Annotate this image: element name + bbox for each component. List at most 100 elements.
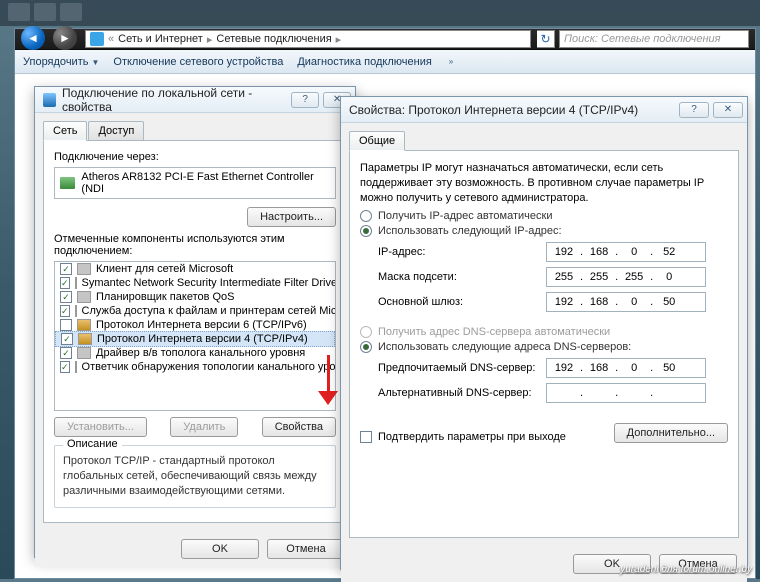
ip-octet[interactable] [549,295,579,309]
ip-octet[interactable] [654,361,684,375]
ok-button[interactable]: OK [181,539,259,559]
tab-pane: Параметры IP могут назначаться автоматич… [349,150,739,538]
cancel-button[interactable]: Отмена [267,539,345,559]
component-icon [77,291,91,303]
validate-checkbox[interactable]: Подтвердить параметры при выходе [360,431,566,443]
ip-octet[interactable] [654,386,684,400]
checkbox-icon[interactable] [60,277,70,289]
component-label: Планировщик пакетов QoS [96,291,235,303]
checkbox-icon[interactable] [60,291,72,303]
dialog-titlebar[interactable]: Свойства: Протокол Интернета версии 4 (T… [341,97,747,123]
search-input[interactable]: Поиск: Сетевые подключения [559,30,749,48]
ip-octet[interactable] [584,245,614,259]
configure-button[interactable]: Настроить... [247,207,336,227]
dns2-input[interactable]: ... [546,383,706,403]
checkbox-icon[interactable] [60,305,70,317]
ip-octet[interactable] [584,386,614,400]
lan-properties-dialog: Подключение по локальной сети - свойства… [34,86,356,558]
components-listbox[interactable]: Клиент для сетей MicrosoftSymantec Netwo… [54,261,336,411]
cmd-more-icon[interactable]: » [449,57,453,66]
ip-octet[interactable] [654,245,684,259]
ip-octet[interactable] [619,361,649,375]
dialog-body: Общие Параметры IP могут назначаться авт… [341,123,747,546]
component-row[interactable]: Ответчик обнаружения топологии канальног… [55,360,335,374]
component-row[interactable]: Протокол Интернета версии 4 (TCP/IPv4) [55,331,335,347]
ip-address-field: IP-адрес: ... [378,242,728,262]
tab-network[interactable]: Сеть [43,121,87,141]
dialog-body: Сеть Доступ Подключение через: Atheros A… [35,113,355,531]
component-label: Протокол Интернета версии 6 (TCP/IPv6) [96,319,307,331]
gateway-input[interactable]: ... [546,292,706,312]
taskbar-icons [8,3,82,21]
ip-octet[interactable] [549,361,579,375]
cmd-diagnose[interactable]: Диагностика подключения [297,56,431,68]
subnet-mask-input[interactable]: ... [546,267,706,287]
ip-octet[interactable] [619,270,649,284]
checkbox-icon[interactable] [61,333,73,345]
component-row[interactable]: Планировщик пакетов QoS [55,290,335,304]
ip-octet[interactable] [619,295,649,309]
ip-octet[interactable] [584,295,614,309]
tab-access[interactable]: Доступ [88,121,144,141]
component-row[interactable]: Протокол Интернета версии 6 (TCP/IPv6) [55,318,335,332]
refresh-button[interactable]: ↻ [537,30,555,48]
chevron-right-icon: ▸ [336,33,342,46]
task-icon [60,3,82,21]
ip-octet[interactable] [654,270,684,284]
component-label: Клиент для сетей Microsoft [96,263,233,275]
component-icon [77,347,91,359]
components-label: Отмеченные компоненты используются этим … [54,233,336,257]
ip-manual-radio[interactable]: Использовать следующий IP-адрес: [360,225,728,237]
checkbox-icon[interactable] [60,319,72,331]
search-placeholder: Поиск: Сетевые подключения [564,33,721,45]
nic-icon [60,177,75,189]
checkbox-icon [360,431,372,443]
cmd-disable-device[interactable]: Отключение сетевого устройства [113,56,283,68]
remove-button[interactable]: Удалить [170,417,238,437]
connect-using-label: Подключение через: [54,151,336,163]
ip-address-input[interactable]: ... [546,242,706,262]
advanced-button[interactable]: Дополнительно... [614,423,728,443]
ip-octet[interactable] [549,245,579,259]
help-button[interactable]: ? [291,92,319,108]
ip-octet[interactable] [619,386,649,400]
ip-octet[interactable] [549,270,579,284]
component-icon [75,361,77,373]
dns-manual-radio[interactable]: Использовать следующие адреса DNS-сервер… [360,341,728,353]
ip-octet[interactable] [654,295,684,309]
component-icon [75,277,77,289]
component-label: Драйвер в/в тополога канального уровня [96,347,305,359]
ip-auto-radio[interactable]: Получить IP-адрес автоматически [360,210,728,222]
component-row[interactable]: Драйвер в/в тополога канального уровня [55,346,335,360]
dialog-titlebar[interactable]: Подключение по локальной сети - свойства… [35,87,355,113]
crumb-1[interactable]: Сеть и Интернет [118,33,203,45]
breadcrumb[interactable]: « Сеть и Интернет ▸ Сетевые подключения … [85,30,531,48]
cmd-organize[interactable]: Упорядочить▼ [23,56,99,68]
properties-button[interactable]: Свойства [262,417,336,437]
radio-icon [360,210,372,222]
forward-button[interactable]: ► [53,26,77,50]
crumb-2[interactable]: Сетевые подключения [216,33,331,45]
dns2-field: Альтернативный DNS-сервер: ... [378,383,728,403]
chevron-right-icon: ▸ [207,33,213,46]
adapter-name: Atheros AR8132 PCI-E Fast Ethernet Contr… [81,171,330,195]
ip-octet[interactable] [584,270,614,284]
component-row[interactable]: Клиент для сетей Microsoft [55,262,335,276]
dialog-buttons: OK Отмена [35,531,355,567]
checkbox-icon[interactable] [60,263,72,275]
ip-octet[interactable] [549,386,579,400]
close-button[interactable]: ✕ [713,102,743,118]
checkbox-icon[interactable] [60,347,72,359]
help-button[interactable]: ? [679,102,709,118]
ip-octet[interactable] [584,361,614,375]
component-row[interactable]: Служба доступа к файлам и принтерам сете… [55,304,335,318]
ip-octet[interactable] [619,245,649,259]
back-button[interactable]: ◄ [21,26,45,50]
task-icon [8,3,30,21]
component-row[interactable]: Symantec Network Security Intermediate F… [55,276,335,290]
install-button[interactable]: Установить... [54,417,147,437]
checkbox-icon[interactable] [60,361,70,373]
dns1-input[interactable]: ... [546,358,706,378]
ipv4-properties-dialog: Свойства: Протокол Интернета версии 4 (T… [340,96,748,570]
tab-general[interactable]: Общие [349,131,405,151]
